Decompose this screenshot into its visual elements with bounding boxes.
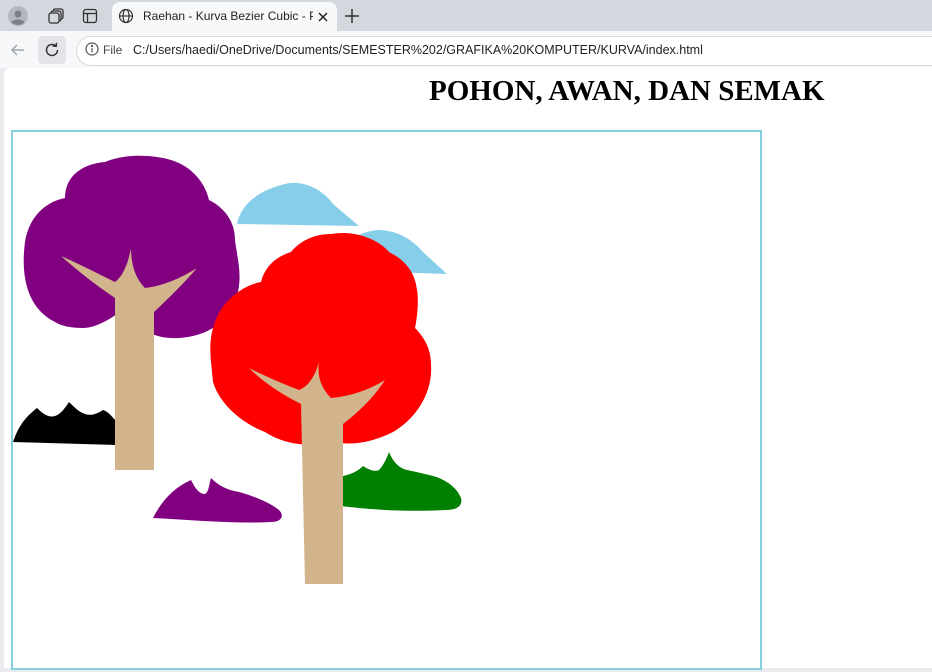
url-text[interactable]: C:/Users/haedi/OneDrive/Documents/SEMEST…	[133, 43, 703, 57]
page-viewport: POHON, AWAN, DAN SEMAK	[4, 68, 932, 670]
info-icon	[85, 41, 99, 60]
tab-title: Raehan - Kurva Bezier Cubic - Pohon, Awa…	[143, 9, 313, 23]
address-bar[interactable]: File C:/Users/haedi/OneDrive/Documents/S…	[76, 36, 932, 66]
profile-icon[interactable]	[6, 4, 30, 28]
navigation-bar: File C:/Users/haedi/OneDrive/Documents/S…	[0, 31, 932, 68]
cloud-1	[237, 182, 359, 226]
page-title: POHON, AWAN, DAN SEMAK	[429, 75, 825, 107]
site-info-chip[interactable]: File	[81, 40, 128, 60]
bush-green	[341, 452, 462, 511]
bush-purple	[153, 478, 282, 523]
bush-black	[13, 402, 117, 445]
reload-icon[interactable]	[38, 36, 66, 64]
workspaces-icon[interactable]	[44, 4, 68, 28]
close-icon[interactable]	[315, 9, 331, 25]
scene-svg	[13, 155, 462, 584]
tab-actions-icon[interactable]	[78, 4, 102, 28]
file-chip-label: File	[103, 43, 123, 57]
drawing-canvas	[11, 130, 762, 670]
plus-icon[interactable]	[342, 6, 362, 26]
globe-icon	[118, 8, 134, 24]
browser-tab-active[interactable]: Raehan - Kurva Bezier Cubic - Pohon, Awa…	[112, 2, 337, 31]
tab-strip: Raehan - Kurva Bezier Cubic - Pohon, Awa…	[0, 0, 932, 31]
back-arrow-icon[interactable]	[4, 36, 32, 64]
